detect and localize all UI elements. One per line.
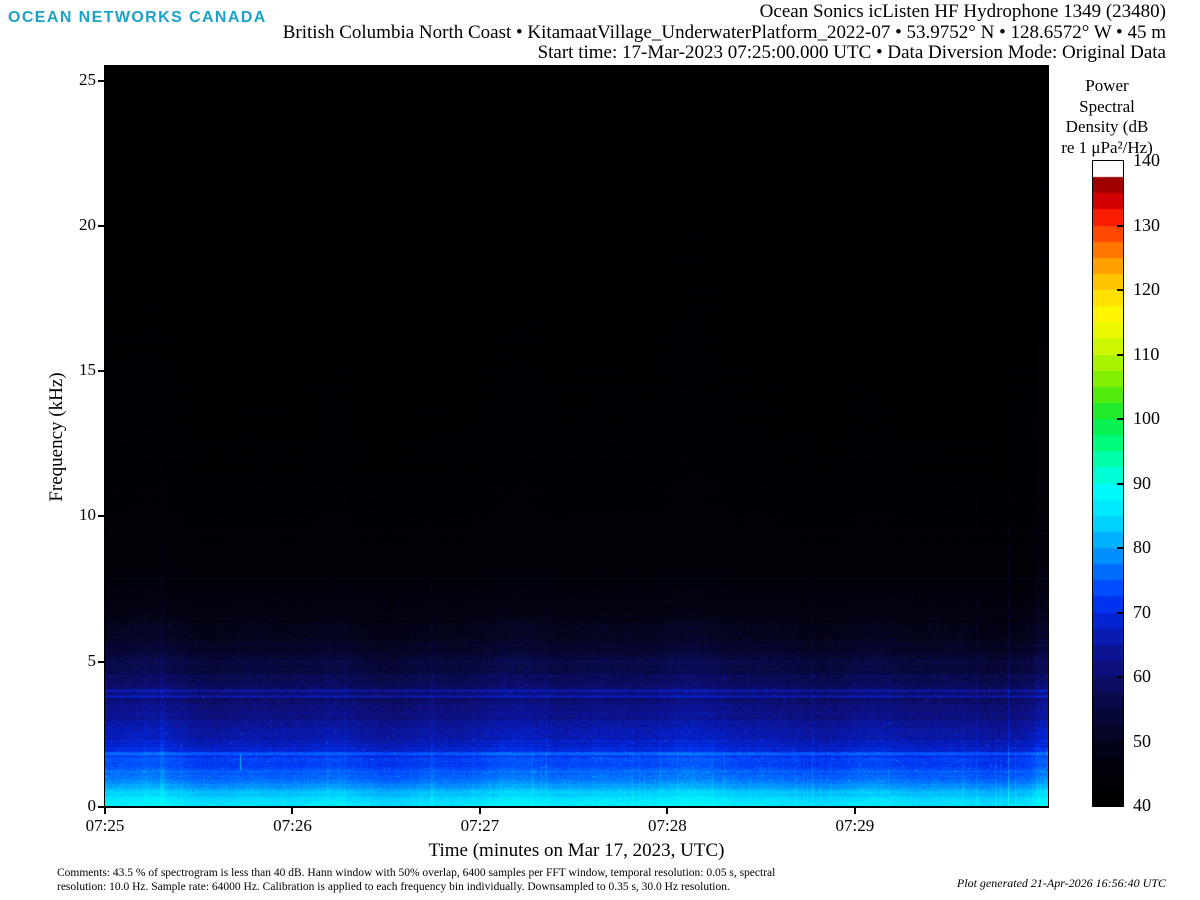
- x-tick-mark: [104, 808, 106, 814]
- spectrogram-plot: [105, 66, 1048, 807]
- figure-title-line3: Start time: 17-Mar-2023 07:25:00.000 UTC…: [283, 43, 1166, 64]
- colorbar-tick-mark: [1117, 225, 1123, 227]
- y-tick-mark: [98, 515, 104, 517]
- y-tick-label: 10: [54, 505, 96, 525]
- figure-title-line1: Ocean Sonics icListen HF Hydrophone 1349…: [283, 2, 1166, 23]
- y-tick-label: 0: [54, 796, 96, 816]
- colorbar-tick-label: 80: [1133, 537, 1151, 558]
- figure-title-line2: British Columbia North Coast • KitamaatV…: [283, 23, 1166, 44]
- y-tick-mark: [98, 661, 104, 663]
- colorbar-tick-label: 50: [1133, 731, 1151, 752]
- y-tick-mark: [98, 80, 104, 82]
- x-tick-label: 07:27: [448, 816, 512, 836]
- x-tick-mark: [291, 808, 293, 814]
- colorbar-title-line1: Power: [1032, 76, 1182, 97]
- colorbar-tick-label: 120: [1133, 279, 1160, 300]
- colorbar-tick-label: 70: [1133, 602, 1151, 623]
- colorbar-title-line2: Spectral: [1032, 97, 1182, 118]
- colorbar-tick-mark: [1117, 547, 1123, 549]
- y-tick-mark: [98, 806, 104, 808]
- colorbar-tick-mark: [1117, 418, 1123, 420]
- colorbar-title: Power Spectral Density (dB re 1 μPa²/Hz): [1032, 76, 1182, 158]
- onc-logo: OCEAN NETWORKS CANADA: [8, 9, 267, 27]
- generated-timestamp: Plot generated 21-Apr-2026 16:56:40 UTC: [957, 876, 1166, 891]
- x-tick-mark: [479, 808, 481, 814]
- colorbar-tick-mark: [1117, 741, 1123, 743]
- colorbar-tick-label: 140: [1133, 150, 1160, 171]
- colorbar-tick-mark: [1117, 354, 1123, 356]
- colorbar-tick-mark: [1117, 289, 1123, 291]
- colorbar-tick-label: 40: [1133, 795, 1151, 816]
- colorbar-title-line3: Density (dB: [1032, 117, 1182, 138]
- colorbar-tick-mark: [1117, 483, 1123, 485]
- y-tick-mark: [98, 370, 104, 372]
- y-tick-label: 15: [54, 360, 96, 380]
- colorbar-tick-label: 60: [1133, 666, 1151, 687]
- x-axis-line: [104, 806, 1049, 808]
- x-tick-mark: [666, 808, 668, 814]
- x-tick-label: 07:28: [635, 816, 699, 836]
- colorbar-tick-mark: [1117, 612, 1123, 614]
- comments-text: Comments: 43.5 % of spectrogram is less …: [57, 867, 775, 894]
- colorbar-tick-label: 90: [1133, 473, 1151, 494]
- x-tick-mark: [854, 808, 856, 814]
- x-tick-label: 07:29: [823, 816, 887, 836]
- colorbar-tick-mark: [1117, 676, 1123, 678]
- figure-title-block: Ocean Sonics icListen HF Hydrophone 1349…: [283, 2, 1166, 64]
- colorbar-tick-label: 100: [1133, 408, 1160, 429]
- y-tick-label: 5: [54, 651, 96, 671]
- comments-line1: Comments: 43.5 % of spectrogram is less …: [57, 867, 775, 881]
- colorbar-tick-label: 130: [1133, 215, 1160, 236]
- y-tick-label: 20: [54, 215, 96, 235]
- y-tick-label: 25: [54, 70, 96, 90]
- y-tick-mark: [98, 225, 104, 227]
- comments-line2: resolution: 10.0 Hz. Sample rate: 64000 …: [57, 881, 775, 895]
- x-axis-label: Time (minutes on Mar 17, 2023, UTC): [105, 840, 1048, 862]
- colorbar-tick-label: 110: [1133, 344, 1159, 365]
- x-tick-label: 07:25: [73, 816, 137, 836]
- figure-root: OCEAN NETWORKS CANADA Ocean Sonics icLis…: [0, 0, 1200, 900]
- x-tick-label: 07:26: [260, 816, 324, 836]
